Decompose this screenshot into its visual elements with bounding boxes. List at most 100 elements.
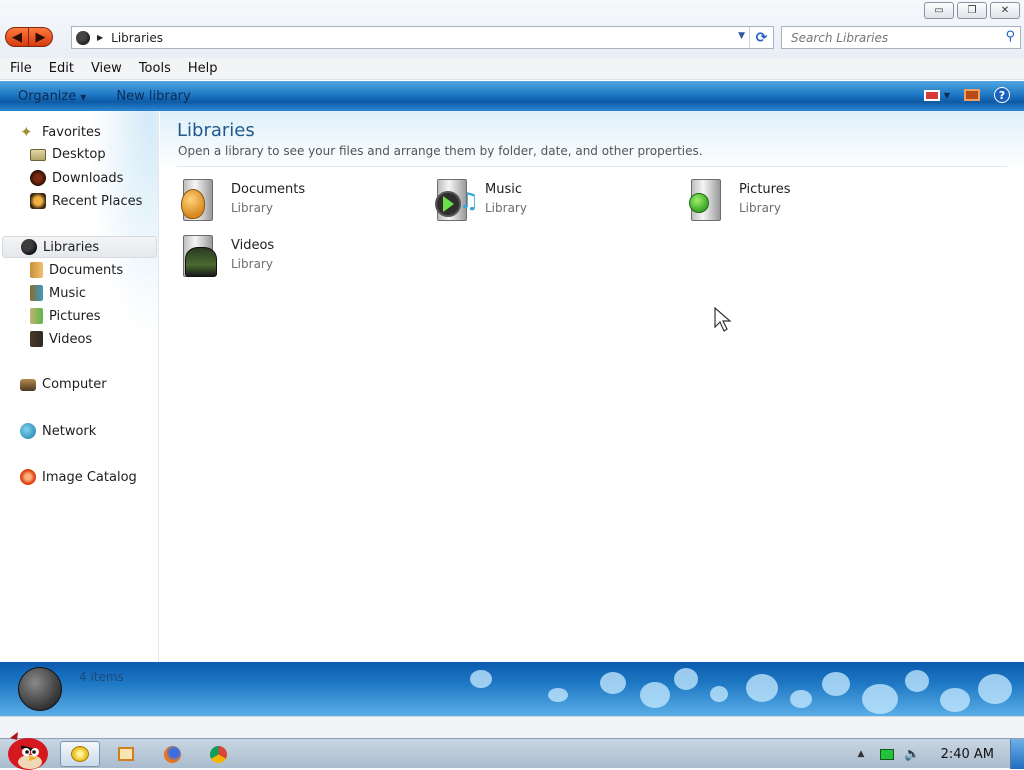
image-catalog-icon	[20, 469, 36, 485]
status-strip	[0, 716, 1024, 738]
back-button[interactable]: ◀	[5, 27, 29, 47]
battery-icon[interactable]	[880, 748, 895, 760]
decorative-bubble	[600, 672, 626, 694]
menu-tools[interactable]: Tools	[139, 61, 171, 76]
menu-view[interactable]: View	[91, 61, 122, 76]
star-icon: ✦	[20, 123, 33, 141]
details-pane: 4 items	[0, 662, 1024, 716]
decorative-bubble	[548, 688, 568, 702]
nav-item-downloads[interactable]: Downloads	[30, 170, 123, 186]
nav-item-recent-places[interactable]: Recent Places	[30, 193, 142, 209]
search-box: ⚲	[781, 26, 1021, 49]
decorative-bubble	[790, 690, 812, 708]
menu-edit[interactable]: Edit	[49, 61, 74, 76]
nav-favorites[interactable]: ✦ Favorites	[20, 124, 101, 140]
decorative-bubble	[746, 674, 778, 702]
music-library-icon: ♫	[435, 177, 479, 225]
change-view-icon[interactable]	[923, 89, 940, 101]
explorer-icon	[71, 746, 89, 762]
nav-label: Desktop	[52, 147, 106, 162]
taskbar-clock[interactable]: 2:40 AM	[941, 747, 994, 762]
show-hidden-icons-icon[interactable]: ▲	[857, 749, 864, 759]
system-tray: ▲ 🔈 2:40 AM	[857, 739, 1024, 769]
navigation-pane: ✦ Favorites Desktop Downloads Recent Pla…	[0, 111, 159, 662]
close-button[interactable]: ✕	[990, 2, 1020, 19]
library-name: Videos	[231, 238, 275, 253]
volume-icon[interactable]: 🔈	[904, 747, 920, 762]
firefox-icon	[163, 745, 181, 763]
address-dropdown-icon[interactable]: ▼	[738, 31, 745, 41]
nav-label: Network	[42, 423, 97, 439]
organize-button[interactable]: Organize ▼	[18, 89, 86, 104]
nav-label: Libraries	[43, 239, 100, 255]
music-icon	[30, 285, 43, 301]
taskbar-media-player-button[interactable]	[106, 741, 146, 767]
mouse-cursor-icon	[714, 307, 732, 332]
address-bar[interactable]: ▶ Libraries ▼ ⟳	[71, 26, 774, 49]
nav-image-catalog[interactable]: Image Catalog	[20, 469, 137, 485]
nav-libraries[interactable]: Libraries	[2, 236, 157, 258]
nav-computer[interactable]: Computer	[20, 377, 107, 392]
minimize-button[interactable]: ▭	[924, 2, 954, 19]
restore-button[interactable]: ❐	[957, 2, 987, 19]
decorative-bubble	[674, 668, 698, 690]
nav-label: Recent Places	[52, 193, 143, 209]
library-name: Pictures	[739, 182, 791, 197]
library-tile-music[interactable]: ♫ Music Library	[435, 177, 675, 227]
videos-icon	[30, 331, 43, 347]
taskbar: ▲ 🔈 2:40 AM	[0, 732, 1024, 770]
back-arrow-icon: ◀	[12, 29, 22, 45]
forward-button[interactable]: ▶	[29, 27, 53, 47]
explorer-window: ▭ ❐ ✕ ◀ ▶ ▶ Libraries ▼ ⟳ ⚲ File Edit Vi…	[0, 0, 1024, 738]
organize-label: Organize	[18, 88, 77, 104]
breadcrumb-libraries[interactable]: Libraries	[111, 31, 163, 45]
view-dropdown-icon[interactable]: ▼	[944, 91, 950, 100]
divider	[177, 166, 1007, 167]
chrome-icon	[209, 745, 227, 763]
page-subtitle: Open a library to see your files and arr…	[178, 144, 703, 158]
menu-file[interactable]: File	[10, 61, 32, 76]
library-tile-pictures[interactable]: Pictures Library	[689, 177, 929, 227]
nav-network[interactable]: Network	[20, 423, 96, 439]
nav-item-desktop[interactable]: Desktop	[30, 147, 106, 162]
item-count: 4 items	[79, 670, 124, 684]
videos-library-icon	[181, 233, 221, 281]
library-tile-videos[interactable]: Videos Library	[181, 233, 421, 283]
refresh-button[interactable]: ⟳	[749, 27, 773, 48]
nav-item-documents[interactable]: Documents	[30, 262, 123, 278]
search-input[interactable]	[782, 27, 992, 48]
library-type: Library	[485, 201, 527, 215]
decorative-bubble	[978, 674, 1012, 704]
decorative-bubble	[640, 682, 670, 708]
new-library-button[interactable]: New library	[116, 89, 190, 104]
content-pane: Libraries Open a library to see your fil…	[160, 111, 1024, 662]
help-icon[interactable]: ?	[994, 87, 1010, 103]
menu-bar: File Edit View Tools Help	[0, 58, 1024, 80]
recent-places-icon	[30, 193, 46, 209]
nav-item-music[interactable]: Music	[30, 285, 86, 301]
breadcrumb-arrow-icon[interactable]: ▶	[97, 33, 103, 42]
nav-item-videos[interactable]: Videos	[30, 331, 92, 347]
taskbar-firefox-button[interactable]	[152, 741, 192, 767]
chevron-down-icon: ▼	[80, 92, 87, 102]
start-button-bird-icon[interactable]	[4, 730, 50, 770]
documents-library-icon	[181, 177, 221, 225]
show-desktop-button[interactable]	[1010, 739, 1024, 769]
taskbar-chrome-button[interactable]	[198, 741, 238, 767]
preview-pane-icon[interactable]	[964, 89, 980, 101]
libraries-icon	[21, 239, 37, 255]
library-type: Library	[739, 201, 781, 215]
nav-item-pictures[interactable]: Pictures	[30, 308, 100, 324]
nav-label: Image Catalog	[42, 469, 137, 485]
library-tile-documents[interactable]: Documents Library	[181, 177, 421, 227]
documents-icon	[30, 262, 43, 278]
command-bar-right: ▼ ?	[923, 87, 1010, 103]
network-icon	[20, 423, 36, 439]
search-icon[interactable]: ⚲	[1005, 29, 1015, 44]
menu-help[interactable]: Help	[188, 61, 218, 76]
libraries-thumbnail-icon	[18, 667, 62, 711]
taskbar-explorer-button[interactable]	[60, 741, 100, 767]
desktop-icon	[30, 148, 46, 161]
refresh-icon: ⟳	[755, 29, 768, 46]
nav-label: Documents	[49, 262, 124, 278]
